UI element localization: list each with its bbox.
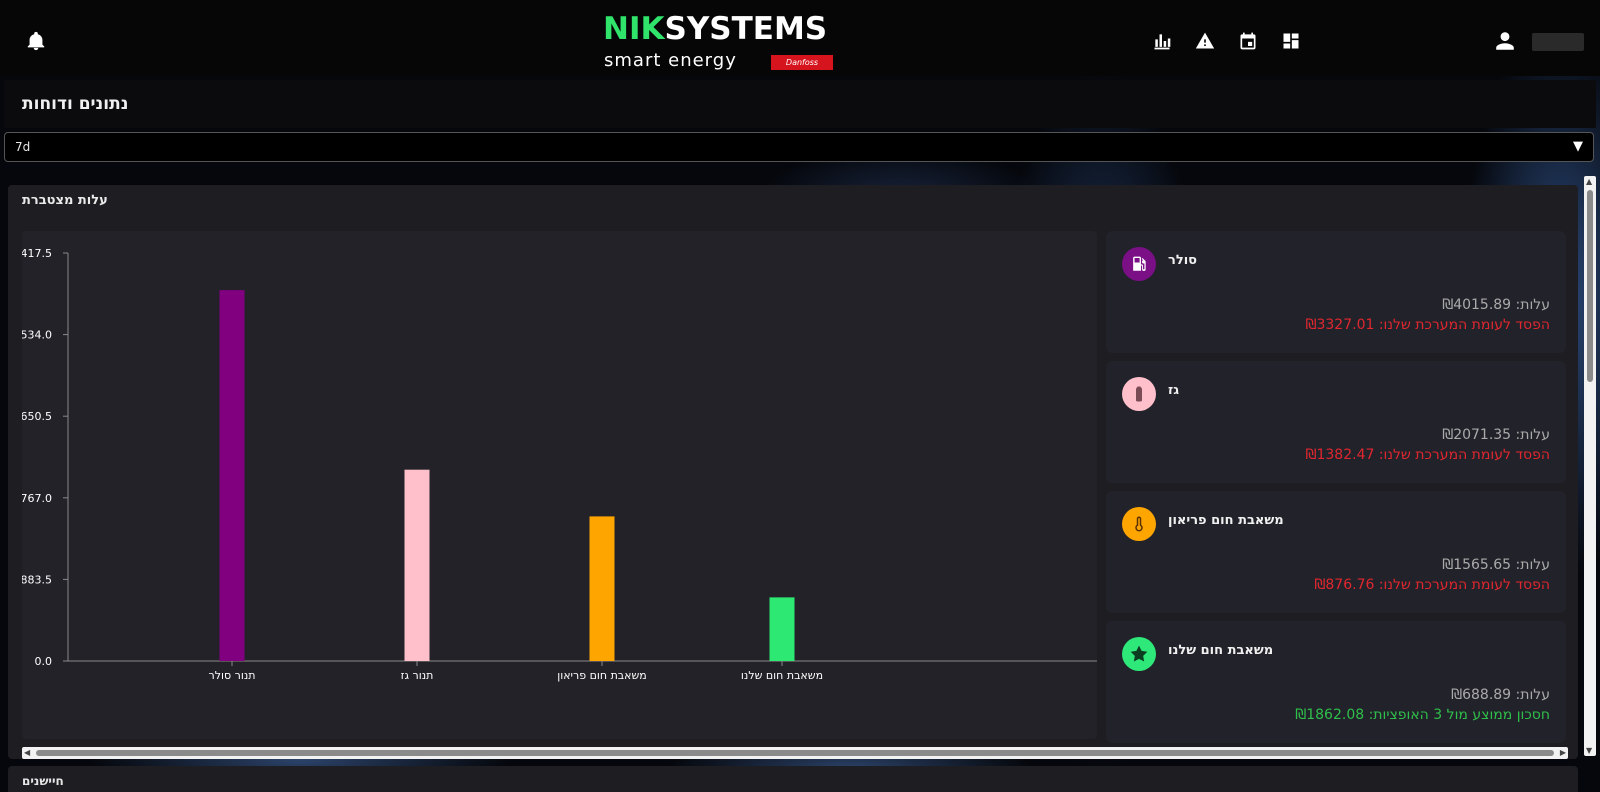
cost-card: גז עלות: ₪2071.35 הפסד לעומת המערכת שלנו: … bbox=[1106, 361, 1566, 483]
gas-cylinder-icon bbox=[1122, 377, 1156, 411]
cost-card: סולר עלות: ₪4015.89 הפסד לעומת המערכת שלנו… bbox=[1106, 231, 1566, 353]
calendar-icon[interactable] bbox=[1238, 31, 1258, 51]
x-tick-label: תנור גז bbox=[401, 669, 434, 682]
page-header: נתונים ודוחות bbox=[4, 80, 1596, 128]
y-tick-label: 3534.0 bbox=[22, 329, 52, 342]
logo-wordmark: NIKSYSTEMS bbox=[603, 11, 828, 47]
card-title: גז bbox=[1168, 383, 1180, 398]
page-title: נתונים ודוחות bbox=[22, 94, 129, 114]
horizontal-scrollbar[interactable]: ◀ ▶ bbox=[22, 747, 1568, 759]
top-bar: NIKSYSTEMS smart energy Danfoss bbox=[0, 0, 1600, 76]
scroll-down-icon[interactable]: ▼ bbox=[1586, 746, 1592, 755]
vertical-scroll-thumb[interactable] bbox=[1587, 190, 1593, 382]
scroll-right-icon[interactable]: ▶ bbox=[1560, 747, 1566, 759]
star-icon bbox=[1122, 637, 1156, 671]
horizontal-scroll-thumb[interactable] bbox=[36, 750, 1554, 756]
sensors-panel: חיישנים bbox=[8, 766, 1578, 792]
card-diff: חסכון ממוצע מול 3 האופציות: ₪1862.08 bbox=[1295, 707, 1550, 723]
cumulative-cost-panel: עלות מצטברת 0.0 883.5 1767.0 2650.5 3534.0 44… bbox=[8, 185, 1578, 759]
y-tick-label: 0.0 bbox=[35, 655, 53, 668]
card-title: משאבת חום שלנו bbox=[1168, 643, 1274, 658]
x-tick-label: תנור סולר bbox=[209, 669, 256, 682]
card-cost: עלות: ₪4015.89 bbox=[1442, 297, 1550, 313]
nav-icons bbox=[1152, 31, 1301, 51]
time-range-value: 7d bbox=[15, 140, 31, 154]
dropdown-arrow-icon: ▼ bbox=[1573, 139, 1583, 154]
card-cost: עלות: ₪1565.65 bbox=[1442, 557, 1550, 573]
user-icon[interactable] bbox=[1494, 30, 1516, 52]
card-diff: הפסד לעומת המערכת שלנו: ₪876.76 bbox=[1314, 577, 1550, 593]
card-title: משאבת חום פריאון bbox=[1168, 513, 1284, 528]
y-tick-label: 4417.5 bbox=[22, 247, 52, 260]
cost-card: משאבת חום שלנו עלות: ₪688.89 חסכון ממוצע מ… bbox=[1106, 621, 1566, 743]
bar bbox=[769, 597, 795, 661]
cost-card: משאבת חום פריאון עלות: ₪1565.65 הפסד לעומת… bbox=[1106, 491, 1566, 613]
x-tick-label: משאבת חום שלנו bbox=[741, 669, 823, 682]
card-diff: הפסד לעומת המערכת שלנו: ₪3327.01 bbox=[1305, 317, 1550, 333]
partner-badge: Danfoss bbox=[771, 55, 833, 70]
sensors-panel-title: חיישנים bbox=[22, 774, 64, 788]
panel-title: עלות מצטברת bbox=[22, 193, 108, 208]
card-title: סולר bbox=[1168, 253, 1197, 268]
thermometer-icon bbox=[1122, 507, 1156, 541]
y-tick-label: 883.5 bbox=[22, 573, 52, 586]
scroll-left-icon[interactable]: ◀ bbox=[24, 747, 30, 759]
card-diff: הפסד לעומת המערכת שלנו: ₪1382.47 bbox=[1305, 447, 1550, 463]
bell-icon[interactable] bbox=[25, 30, 47, 52]
logo-tagline: smart energy bbox=[604, 50, 737, 71]
bar-chart-icon[interactable] bbox=[1152, 31, 1172, 51]
bar bbox=[219, 290, 245, 661]
nik-systems-logo[interactable]: NIKSYSTEMS smart energy Danfoss bbox=[603, 12, 835, 74]
vertical-scrollbar[interactable]: ▲ ▼ bbox=[1584, 176, 1596, 756]
x-tick-label: משאבת חום פריאון bbox=[557, 669, 647, 682]
y-tick-label: 2650.5 bbox=[22, 410, 52, 423]
chart-canvas: 0.0 883.5 1767.0 2650.5 3534.0 4417.5 תנור סול… bbox=[22, 247, 1097, 682]
dashboard-icon[interactable] bbox=[1281, 31, 1301, 51]
bar bbox=[404, 469, 430, 661]
warning-icon[interactable] bbox=[1195, 31, 1215, 51]
cost-bar-chart: 0.0 883.5 1767.0 2650.5 3534.0 4417.5 תנור סול… bbox=[22, 231, 1097, 739]
y-tick-label: 1767.0 bbox=[22, 492, 52, 505]
scroll-up-icon[interactable]: ▲ bbox=[1586, 177, 1592, 186]
bar bbox=[589, 516, 615, 661]
user-name-placeholder[interactable] bbox=[1532, 33, 1584, 51]
fuel-icon bbox=[1122, 247, 1156, 281]
card-cost: עלות: ₪688.89 bbox=[1451, 687, 1550, 703]
time-range-select[interactable]: 7d ▼ bbox=[4, 132, 1594, 162]
card-cost: עלות: ₪2071.35 bbox=[1442, 427, 1550, 443]
